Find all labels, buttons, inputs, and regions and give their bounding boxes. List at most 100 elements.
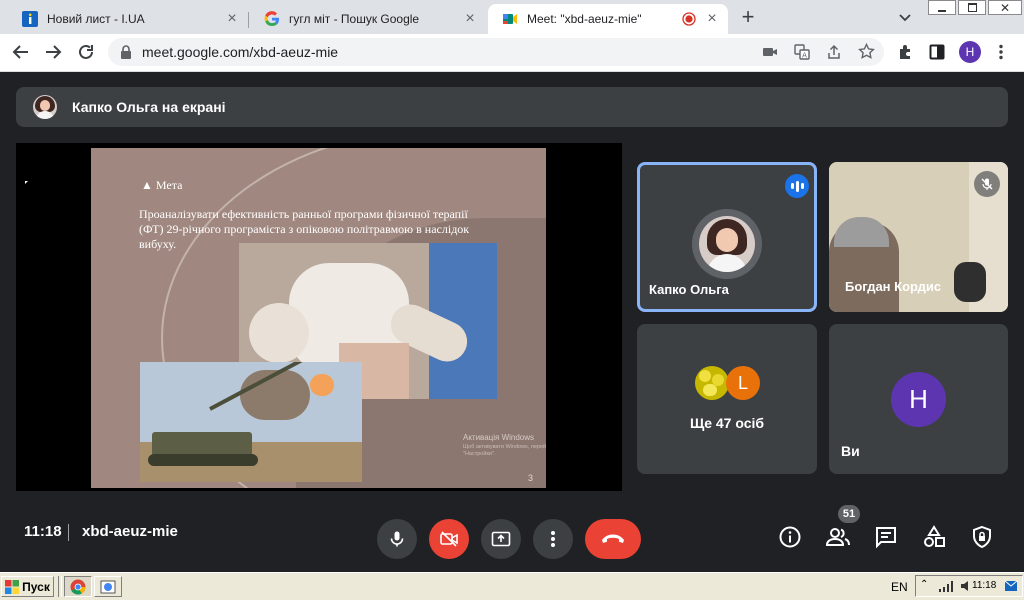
forward-arrow-icon (46, 45, 62, 59)
profile-avatar[interactable]: H (959, 41, 981, 63)
leave-call-button[interactable] (585, 519, 641, 559)
share-icon[interactable] (826, 44, 842, 60)
others-avatar-letter: L (726, 366, 760, 400)
participant-tile-bohdan[interactable]: Богдан Кордис (829, 162, 1008, 312)
taskbar-app-button[interactable] (94, 576, 122, 597)
presentation-area: ▲ Мета Проаналізувати ефективність раннь… (16, 143, 622, 491)
hang-up-icon (602, 534, 624, 543)
taskbar-clock[interactable]: 11:18 (972, 580, 996, 591)
meeting-details-button[interactable] (776, 523, 804, 551)
more-vert-icon (551, 531, 555, 547)
volume-icon[interactable] (960, 580, 972, 592)
present-screen-button[interactable] (481, 519, 521, 559)
muted-mic-icon (974, 171, 1000, 197)
participant-tile-kapko[interactable]: Капко Ольга (637, 162, 817, 312)
more-options-button[interactable] (533, 519, 573, 559)
url-text: meet.google.com/xbd-aeuz-mie (142, 44, 339, 60)
others-avatar-photo (695, 366, 729, 400)
back-button[interactable] (11, 42, 31, 62)
camera-in-use-icon[interactable] (762, 45, 778, 59)
tab-title: Meet: "xbd-aeuz-mie" (527, 12, 642, 26)
participant-name: Капко Ольга (649, 282, 729, 297)
close-icon: ✕ (999, 0, 1011, 15)
people-button[interactable] (824, 523, 852, 551)
chrome-icon (70, 579, 86, 594)
language-indicator[interactable]: EN (891, 580, 908, 594)
presenter-banner: Капко Ольга на екрані (16, 87, 1008, 127)
speaking-ring (692, 209, 762, 279)
participant-tile-others[interactable]: L Ще 47 осіб (637, 324, 817, 474)
activities-button[interactable] (920, 523, 948, 551)
shield-lock-icon (973, 525, 991, 549)
participant-tile-you[interactable]: H Ви (829, 324, 1008, 474)
slide-heading: ▲ Мета (141, 178, 183, 192)
back-arrow-icon (12, 45, 28, 59)
minimize-icon (938, 9, 946, 12)
taskbar-chrome-button[interactable] (64, 576, 92, 597)
bookmark-star-icon[interactable] (858, 43, 875, 60)
speaking-indicator-icon (785, 174, 809, 198)
address-bar[interactable]: meet.google.com/xbd-aeuz-mie A (108, 38, 884, 66)
taskbar-divider (58, 576, 62, 597)
microphone-icon (390, 531, 404, 547)
translate-icon[interactable]: A (794, 44, 810, 60)
chat-button[interactable] (872, 523, 900, 551)
presenter-avatar (33, 95, 57, 119)
meeting-info-divider (68, 524, 69, 541)
tab-search-chevron-icon[interactable] (898, 10, 912, 24)
camera-button[interactable] (429, 519, 469, 559)
restore-icon (967, 3, 977, 12)
tab-close-icon[interactable]: × (224, 10, 240, 28)
reload-icon (79, 44, 93, 59)
others-count-label: Ще 47 осіб (689, 415, 765, 431)
slide: ▲ Мета Проаналізувати ефективність раннь… (91, 148, 546, 488)
network-signal-icon[interactable] (938, 580, 956, 592)
microphone-button[interactable] (377, 519, 417, 559)
lock-icon[interactable] (120, 45, 132, 59)
minimize-button[interactable] (928, 0, 956, 15)
tab-close-icon[interactable]: × (704, 10, 720, 28)
windows-taskbar: Пуск EN ⌃ 11:18 (0, 572, 1024, 600)
participant-name: Ви (841, 443, 860, 459)
start-label: Пуск (22, 579, 50, 594)
host-controls-button[interactable] (968, 523, 996, 551)
side-panel-icon[interactable] (929, 44, 945, 60)
extensions-puzzle-icon[interactable] (897, 43, 915, 61)
you-avatar: H (891, 372, 946, 427)
tab-title: гугл міт - Пошук Google (289, 12, 420, 26)
tray-expand-icon[interactable]: ⌃ (920, 579, 928, 590)
restore-button[interactable] (958, 0, 986, 15)
activation-watermark-title: Активація Windows (463, 433, 535, 442)
tab-divider (248, 12, 249, 28)
google-favicon-icon (264, 11, 279, 27)
browser-tab-strip: Новий лист - I.UA × гугл міт - Пошук Goo… (0, 0, 1024, 34)
people-count-badge: 51 (838, 505, 860, 523)
participant-avatar (699, 216, 755, 272)
toolbar-divider (0, 71, 1024, 72)
meeting-time: 11:18 (24, 523, 62, 540)
activities-shapes-icon (924, 525, 945, 547)
system-tray: ⌃ 11:18 (915, 575, 1023, 597)
tab-google-search[interactable]: гугл міт - Пошук Google × (250, 4, 486, 34)
participant-name: Богдан Кордис (845, 279, 942, 294)
reload-button[interactable] (76, 42, 96, 62)
info-icon (779, 526, 801, 548)
meet-favicon-icon (503, 14, 517, 24)
tab-meet[interactable]: Meet: "xbd-aeuz-mie" × (488, 4, 728, 34)
forward-button[interactable] (43, 42, 63, 62)
close-window-button[interactable]: ✕ (988, 0, 1022, 15)
notification-icon[interactable] (1004, 580, 1018, 592)
presenter-banner-text: Капко Ольга на екрані (72, 99, 226, 115)
windows-logo-icon (5, 579, 20, 594)
camera-off-icon (440, 531, 458, 547)
iua-favicon-icon (22, 11, 38, 27)
activation-watermark-text: Щоб активувати Windows, перейдіть до роз… (463, 444, 546, 457)
app-window-icon (100, 580, 116, 593)
tab-iua[interactable]: Новий лист - I.UA × (8, 4, 248, 34)
tab-close-icon[interactable]: × (462, 10, 478, 28)
more-menu-icon[interactable] (998, 44, 1004, 60)
people-icon (825, 528, 850, 546)
howitzer-photo (140, 362, 362, 482)
start-button[interactable]: Пуск (1, 576, 54, 597)
new-tab-button[interactable]: + (738, 6, 758, 28)
